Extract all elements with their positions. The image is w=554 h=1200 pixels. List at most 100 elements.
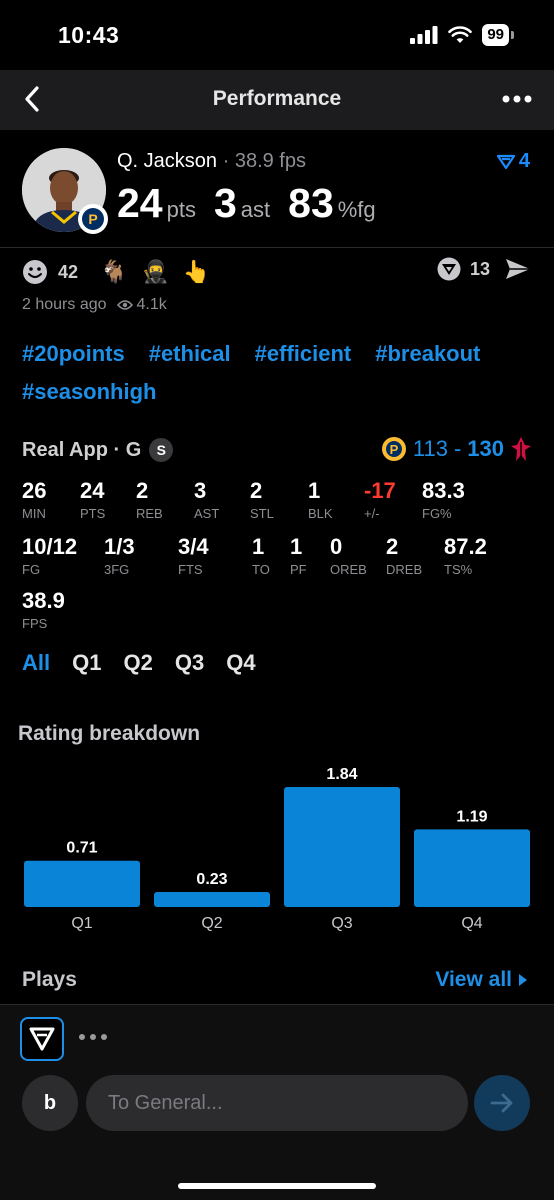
- player-name[interactable]: Q. Jackson: [117, 150, 217, 172]
- stat-pf: 1 PF: [290, 534, 307, 577]
- stat-value: 10/12: [22, 534, 78, 559]
- tab-q1[interactable]: Q1: [72, 650, 101, 676]
- pacers-logo-icon: P: [78, 204, 108, 234]
- stat-label: PTS: [80, 506, 106, 521]
- stat-3fg: 1/3 3FG: [104, 534, 135, 577]
- game-source: Real App · G S: [22, 438, 174, 462]
- assists-value: 3: [213, 180, 237, 226]
- hashtag[interactable]: #ethical: [149, 342, 231, 366]
- rating-bar-q2[interactable]: [154, 892, 270, 907]
- stat-min: 26 MIN: [22, 478, 46, 521]
- view-all-label: View all: [435, 968, 512, 991]
- view-all-link[interactable]: View all: [435, 968, 528, 992]
- send-message-button[interactable]: [474, 1075, 530, 1131]
- send-icon[interactable]: [504, 257, 532, 281]
- stat-value: 2: [386, 534, 399, 559]
- stat-label: FTS: [178, 562, 203, 577]
- upvote-v-icon: [496, 154, 515, 169]
- game-source-label: Real App · G: [22, 438, 142, 461]
- wifi-icon: [448, 26, 473, 43]
- rockets-logo-icon: [511, 437, 531, 461]
- post-meta: 2 hours ago 4.1k: [22, 296, 167, 314]
- stat-value: 1: [290, 534, 303, 559]
- vote-count: 4: [518, 150, 530, 172]
- game-score[interactable]: P 113-130: [381, 436, 532, 462]
- away-score: 130: [467, 436, 504, 461]
- share-actions: 13: [436, 256, 532, 282]
- points-unit: pts: [166, 197, 196, 222]
- stat-value: 1/3: [104, 534, 135, 559]
- user-avatar[interactable]: b: [22, 1075, 78, 1131]
- composer-panel: b: [0, 1004, 554, 1200]
- message-input[interactable]: [86, 1075, 468, 1131]
- hashtag[interactable]: #20points: [22, 342, 125, 366]
- stat-dreb: 2 DREB: [386, 534, 422, 577]
- stat-value: -17: [364, 478, 396, 503]
- stat-value: 2: [250, 478, 263, 503]
- pointing-emoji-icon[interactable]: 👆: [183, 259, 210, 285]
- stat-label: OREB: [330, 562, 367, 577]
- views: 4.1k: [116, 296, 167, 314]
- goat-emoji-icon[interactable]: 🐐: [100, 259, 127, 285]
- stat-label: TS%: [444, 562, 473, 577]
- app-logo-button[interactable]: [20, 1017, 64, 1061]
- headline-stats: 24 pts 3 ast 83 %fg: [117, 180, 394, 227]
- tab-all[interactable]: All: [22, 650, 50, 676]
- more-options-button[interactable]: [502, 84, 532, 110]
- stat-value: 38.9: [22, 588, 65, 613]
- rating-value-label: 0.23: [196, 871, 227, 888]
- rating-value-label: 1.19: [456, 808, 487, 825]
- battery-indicator: 99: [482, 24, 514, 46]
- rating-breakdown-title: Rating breakdown: [18, 722, 201, 745]
- tab-q2[interactable]: Q2: [123, 650, 152, 676]
- rating-bar-q3[interactable]: [284, 787, 400, 907]
- smile-reaction-button[interactable]: 42: [22, 259, 78, 285]
- player-fps: 38.9 fps: [234, 150, 306, 172]
- page-title: Performance: [212, 87, 342, 110]
- battery-tip: [511, 31, 514, 39]
- reshare-button[interactable]: 13: [436, 256, 490, 282]
- stat-value: 83.3: [422, 478, 465, 503]
- fg-value: 83: [288, 180, 334, 226]
- stat-value: 1: [308, 478, 321, 503]
- stat-oreb: 0 OREB: [330, 534, 367, 577]
- status-bar: 10:43 99: [0, 0, 554, 70]
- rating-category-label: Q4: [461, 915, 482, 932]
- pacers-logo-icon: P: [381, 437, 406, 461]
- assists-unit: ast: [240, 197, 271, 222]
- stat-label: STL: [250, 506, 274, 521]
- stat-label: REB: [136, 506, 163, 521]
- stat-ts-pct: 87.2 TS%: [444, 534, 487, 577]
- tab-q4[interactable]: Q4: [226, 650, 255, 676]
- vote-button[interactable]: 4: [496, 150, 530, 173]
- stat-value: 87.2: [444, 534, 487, 559]
- player-header: Q. Jackson · 38.9 fps: [117, 150, 306, 173]
- stat-value: 24: [80, 478, 105, 503]
- stat-label: FG: [22, 562, 41, 577]
- hashtag[interactable]: #breakout: [375, 342, 480, 366]
- fg-unit: %fg: [337, 197, 376, 222]
- stat-ast: 3 AST: [194, 478, 219, 521]
- player-summary: P Q. Jackson · 38.9 fps 24 pts 3 ast 83 …: [0, 130, 554, 248]
- hashtag[interactable]: #seasonhigh: [22, 380, 156, 404]
- stat-plus-minus: -17 +/-: [364, 478, 396, 521]
- hashtag[interactable]: #efficient: [255, 342, 352, 366]
- stat-value: 0: [330, 534, 343, 559]
- rating-value-label: 1.84: [326, 766, 357, 783]
- rating-category-label: Q2: [201, 915, 222, 932]
- arrow-right-icon: [490, 1093, 513, 1113]
- hashtag-list: #20points #ethical #efficient #breakout …: [22, 342, 532, 404]
- composer-more-button[interactable]: [78, 1025, 108, 1048]
- rating-bar-q1[interactable]: [24, 860, 140, 907]
- tab-q3[interactable]: Q3: [175, 650, 204, 676]
- stat-fps: 38.9 FPS: [22, 588, 65, 631]
- time-ago: 2 hours ago: [22, 296, 107, 313]
- signal-icon: [410, 26, 438, 44]
- stat-blk: 1 BLK: [308, 478, 333, 521]
- status-time: 10:43: [58, 22, 120, 48]
- ninja-emoji-icon[interactable]: 🥷: [141, 259, 168, 285]
- rating-bar-q4[interactable]: [414, 829, 530, 907]
- battery-level: 99: [482, 24, 509, 46]
- reshare-icon: [437, 257, 461, 281]
- stat-label: PF: [290, 562, 307, 577]
